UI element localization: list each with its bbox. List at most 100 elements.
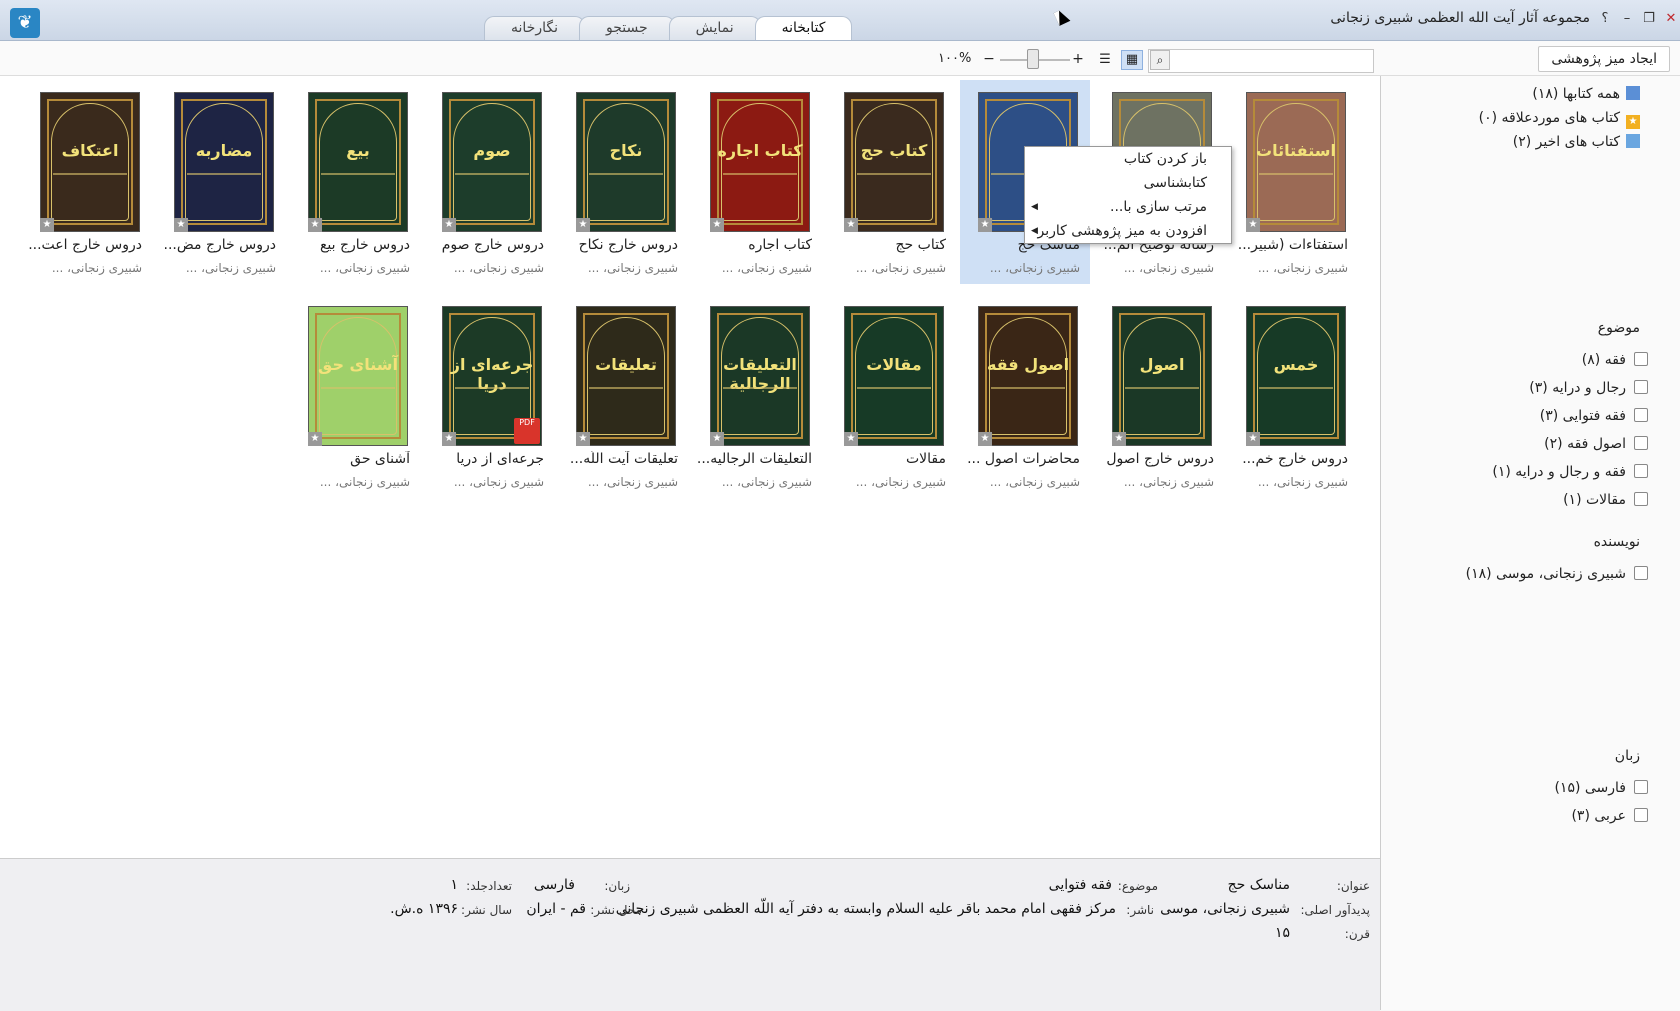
book-author: شبیری زنجانی، ...: [721, 261, 812, 275]
book-item[interactable]: استفتائات ★ استفتاءات (شبیر... شبیری زنجانی…: [1228, 80, 1358, 284]
book-item[interactable]: کتاب حج ★ کتاب حج شبیری زنجانی، ...: [826, 80, 956, 284]
book-cover[interactable]: اصول فقه: [978, 306, 1078, 446]
favorite-star-icon[interactable]: ★: [174, 218, 188, 232]
book-author: شبیری زنجانی، ...: [855, 475, 946, 489]
search-input[interactable]: [1148, 49, 1374, 73]
book-cover[interactable]: مضاربه: [174, 92, 274, 232]
book-author: شبیری زنجانی، ...: [1257, 475, 1348, 489]
checkbox[interactable]: [1634, 464, 1648, 478]
checkbox[interactable]: [1634, 408, 1648, 422]
book-cover[interactable]: مقالات: [844, 306, 944, 446]
book-item[interactable]: بیع ★ دروس خارج بیع شبیری زنجانی، ...: [290, 80, 420, 284]
cover-arch: [855, 103, 933, 221]
book-title: دروس خارج اعت...: [28, 237, 142, 253]
checkbox[interactable]: [1634, 436, 1648, 450]
book-item[interactable]: تعلیقات ★ تعلیقات آیت اللّه... شبیری زنجانی…: [558, 294, 688, 498]
zoom-slider-thumb[interactable]: [1027, 49, 1039, 69]
facet-item[interactable]: مقالات (۱): [1563, 492, 1648, 508]
tab-view[interactable]: نمایش: [668, 16, 761, 40]
sidebar-item-recent[interactable]: کتاب های اخیر (۲): [1513, 134, 1640, 150]
checkbox[interactable]: [1634, 352, 1648, 366]
favorite-star-icon[interactable]: ★: [844, 218, 858, 232]
checkbox[interactable]: [1634, 380, 1648, 394]
create-research-desk-button[interactable]: ایجاد میز پژوهشی: [1538, 46, 1670, 72]
favorite-star-icon[interactable]: ★: [1246, 218, 1260, 232]
checkbox[interactable]: [1634, 780, 1648, 794]
book-item[interactable]: اصول ★ دروس خارج اصول شبیری زنجانی، ...: [1094, 294, 1224, 498]
favorite-star-icon[interactable]: ★: [1112, 432, 1126, 446]
grid-view-icon[interactable]: ▦: [1121, 50, 1143, 70]
book-item[interactable]: جرعه‌ای از دریا ★ PDF جرعه‌ای از دریا شبیری …: [424, 294, 554, 498]
close-button[interactable]: ✕: [1662, 10, 1680, 28]
subject-label: موضوع:: [1117, 879, 1158, 893]
book-cover[interactable]: اصول: [1112, 306, 1212, 446]
checkbox[interactable]: [1634, 566, 1648, 580]
book-cover[interactable]: استفتائات: [1246, 92, 1346, 232]
facet-item[interactable]: فقه فتوایی (۳): [1540, 408, 1648, 424]
favorite-star-icon[interactable]: ★: [1246, 432, 1260, 446]
menu-item-open-book[interactable]: باز کردن کتاب: [1025, 147, 1231, 171]
cover-title: استفتائات: [1256, 141, 1336, 160]
book-cover[interactable]: کتاب اجاره: [710, 92, 810, 232]
facet-item[interactable]: عربی (۳): [1571, 808, 1648, 824]
checkbox[interactable]: [1634, 492, 1648, 506]
favorite-star-icon[interactable]: ★: [576, 218, 590, 232]
book-cover[interactable]: آشنای حق: [308, 306, 408, 446]
book-cover[interactable]: بیع: [308, 92, 408, 232]
favorite-star-icon[interactable]: ★: [844, 432, 858, 446]
zoom-in-button[interactable]: +: [1071, 50, 1085, 68]
book-cover[interactable]: اعتکاف: [40, 92, 140, 232]
menu-item-bibliography[interactable]: کتابشناسی: [1025, 171, 1231, 195]
book-item[interactable]: التعلیقات الرجالیة ★ التعلیقات الرجالیه...…: [692, 294, 822, 498]
favorite-star-icon[interactable]: ★: [576, 432, 590, 446]
favorite-star-icon[interactable]: ★: [442, 218, 456, 232]
facet-item[interactable]: رجال و درایه (۳): [1529, 380, 1648, 396]
checkbox[interactable]: [1634, 808, 1648, 822]
book-item[interactable]: اعتکاف ★ دروس خارج اعت... شبیری زنجانی، ...: [22, 80, 152, 284]
facet-item[interactable]: فارسی (۱۵): [1554, 780, 1648, 796]
help-button[interactable]: ؟: [1596, 10, 1614, 28]
book-cover[interactable]: صوم: [442, 92, 542, 232]
favorite-star-icon[interactable]: ★: [978, 432, 992, 446]
book-cover[interactable]: التعلیقات الرجالیة: [710, 306, 810, 446]
book-cover[interactable]: خمس: [1246, 306, 1346, 446]
context-menu: باز کردن کتاب کتابشناسی مرتب سازی با... ◀…: [1024, 146, 1232, 244]
menu-item-add-to-desk[interactable]: افزودن به میز پژوهشی کاربر ◀: [1025, 219, 1231, 243]
book-item[interactable]: آشنای حق ★ آشنای حق شبیری زنجانی، ...: [290, 294, 420, 498]
cover-ornament: [455, 387, 529, 389]
favorite-star-icon[interactable]: ★: [978, 218, 992, 232]
tab-search[interactable]: جستجو: [578, 16, 675, 40]
publisher-label: ناشر:: [1126, 903, 1154, 917]
sidebar-item-all-books[interactable]: همه کتابها (۱۸): [1532, 86, 1640, 102]
book-cover[interactable]: تعلیقات: [576, 306, 676, 446]
favorite-star-icon[interactable]: ★: [710, 432, 724, 446]
facet-item[interactable]: فقه (۸): [1582, 352, 1648, 368]
book-item[interactable]: مقالات ★ مقالات شبیری زنجانی، ...: [826, 294, 956, 498]
facet-item[interactable]: فقه و رجال و درایه (۱): [1492, 464, 1648, 480]
book-item[interactable]: خمس ★ دروس خارج خم... شبیری زنجانی، ...: [1228, 294, 1358, 498]
cover-ornament: [723, 173, 797, 175]
book-item[interactable]: کتاب اجاره ★ کتاب اجاره شبیری زنجانی، ...: [692, 80, 822, 284]
facet-item[interactable]: اصول فقه (۲): [1544, 436, 1648, 452]
search-icon[interactable]: ⌕: [1150, 50, 1170, 70]
menu-item-sort-by[interactable]: مرتب سازی با... ◀: [1025, 195, 1231, 219]
favorite-star-icon[interactable]: ★: [308, 218, 322, 232]
book-cover[interactable]: نکاح: [576, 92, 676, 232]
maximize-button[interactable]: ❐: [1640, 10, 1658, 28]
list-view-icon[interactable]: ☰: [1094, 50, 1116, 70]
book-item[interactable]: اصول فقه ★ محاضرات اصول ... شبیری زنجانی، .…: [960, 294, 1090, 498]
book-item[interactable]: صوم ★ دروس خارج صوم شبیری زنجانی، ...: [424, 80, 554, 284]
minimize-button[interactable]: –: [1618, 10, 1636, 28]
facet-item[interactable]: شبیری زنجانی، موسی (۱۸): [1466, 566, 1648, 582]
sidebar-item-favorites[interactable]: ★ کتاب های موردعلاقه (۰): [1479, 110, 1640, 129]
favorite-star-icon[interactable]: ★: [40, 218, 54, 232]
tab-library[interactable]: کتابخانه: [754, 16, 853, 40]
book-cover[interactable]: کتاب حج: [844, 92, 944, 232]
book-item[interactable]: مضاربه ★ دروس خارج مض... شبیری زنجانی، ...: [156, 80, 286, 284]
favorite-star-icon[interactable]: ★: [710, 218, 724, 232]
zoom-out-button[interactable]: −: [982, 50, 996, 68]
favorite-star-icon[interactable]: ★: [308, 432, 322, 446]
favorite-star-icon[interactable]: ★: [442, 432, 456, 446]
tab-gallery[interactable]: نگارخانه: [484, 16, 585, 40]
book-item[interactable]: نکاح ★ دروس خارج نکاح شبیری زنجانی، ...: [558, 80, 688, 284]
